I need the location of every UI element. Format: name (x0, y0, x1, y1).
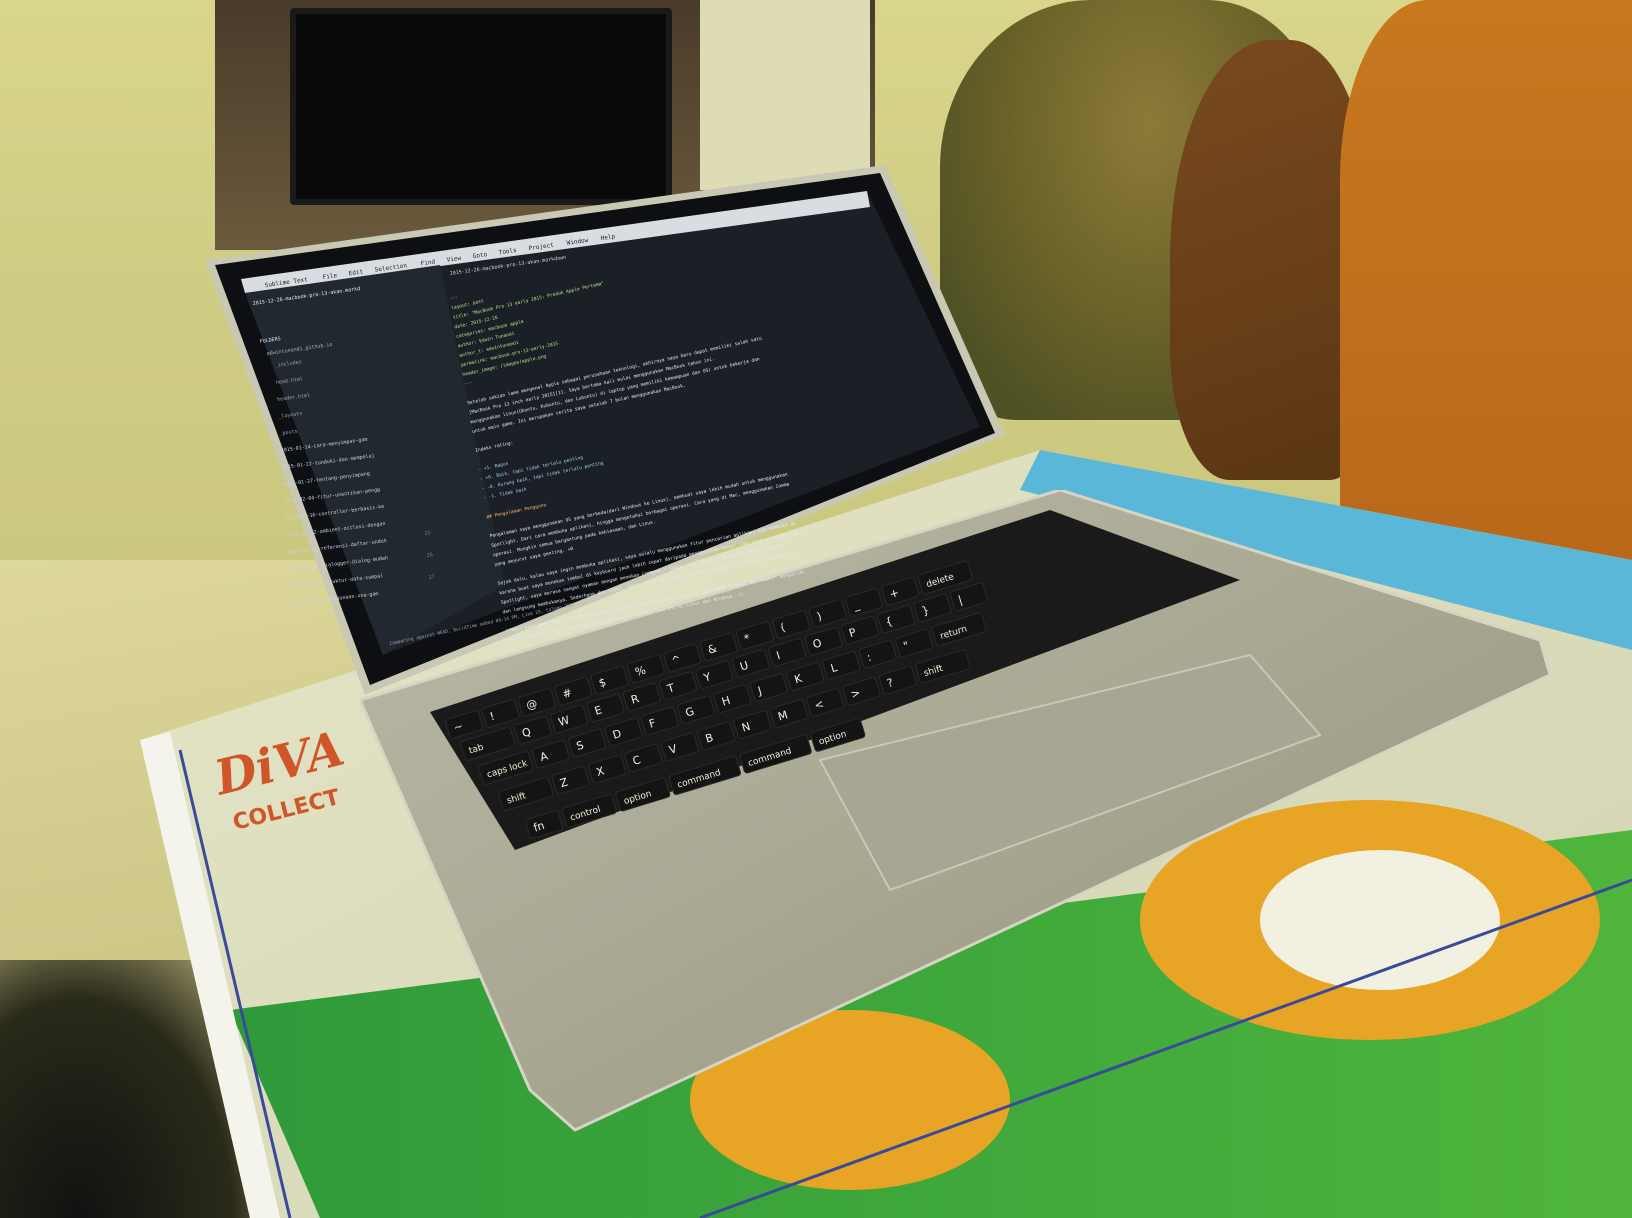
line-number: 26 (426, 552, 433, 559)
line-number: 27 (428, 574, 435, 581)
photo-scene: DiVA COLLECT ~! @ # $% ^ & *() _ + delete tab Q W E R T… (0, 0, 1632, 1218)
line-number: 25 (424, 530, 431, 537)
background-cabinet (700, 0, 870, 190)
laptop-screen: Sublime Text File Edit Selection Find View Got… (205, 165, 1005, 695)
